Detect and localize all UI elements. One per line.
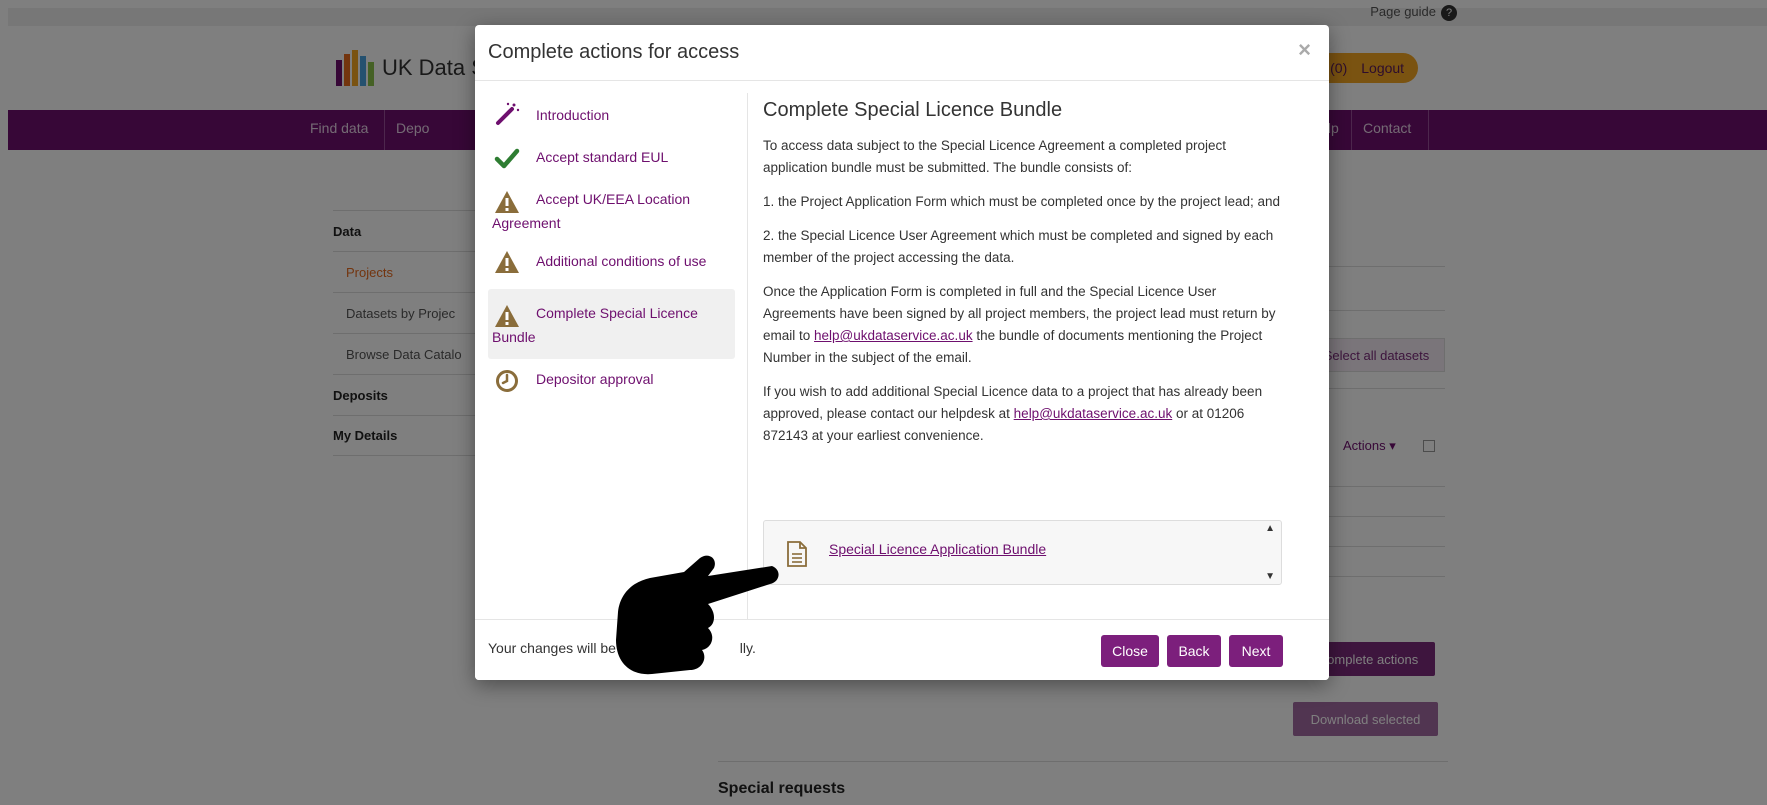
step-complete-special-licence-bundle[interactable]: Complete Special Licence Bundle xyxy=(488,289,735,359)
content-paragraph: 1. the Project Application Form which mu… xyxy=(763,194,1281,209)
content-paragraph: Once the Application Form is completed i… xyxy=(763,281,1283,369)
close-icon[interactable]: × xyxy=(1298,37,1311,63)
step-label: Complete Special Licence xyxy=(536,305,698,321)
helpdesk-email-link[interactable]: help@ukdataservice.ac.uk xyxy=(814,328,973,343)
modal-title: Complete actions for access xyxy=(488,41,740,63)
warning-icon xyxy=(495,251,519,273)
scroll-down-icon[interactable]: ▼ xyxy=(1265,571,1275,582)
modal-header: Complete actions for access × xyxy=(475,25,1329,81)
modal-column-divider xyxy=(747,93,748,629)
content-paragraph: To access data subject to the Special Li… xyxy=(763,138,1227,175)
pointing-hand-icon xyxy=(616,555,779,675)
warning-icon xyxy=(495,191,519,213)
bundle-files-box: Special Licence Application Bundle ▲ ▼ xyxy=(763,520,1282,585)
step-accept-location-agreement[interactable]: Accept UK/EEA Location Agreement xyxy=(488,179,735,237)
step-label: Introduction xyxy=(536,107,610,123)
step-accept-standard-eul[interactable]: Accept standard EUL xyxy=(488,135,735,179)
step-label-continued: Agreement xyxy=(492,215,561,231)
helpdesk-email-link[interactable]: help@ukdataservice.ac.uk xyxy=(1014,406,1173,421)
content-paragraph: 2. the Special Licence User Agreement wh… xyxy=(763,228,1274,265)
scroll-up-icon[interactable]: ▲ xyxy=(1265,523,1275,534)
step-label: Additional conditions of use xyxy=(536,253,707,269)
step-label: Accept UK/EEA Location xyxy=(536,191,691,207)
special-licence-bundle-link[interactable]: Special Licence Application Bundle xyxy=(829,541,1046,557)
document-icon xyxy=(787,541,807,567)
step-label-continued: Bundle xyxy=(492,329,536,345)
step-depositor-approval[interactable]: Depositor approval xyxy=(488,359,735,399)
back-button[interactable]: Back xyxy=(1167,635,1221,667)
step-additional-conditions[interactable]: Additional conditions of use xyxy=(488,237,735,281)
step-label: Depositor approval xyxy=(536,371,654,387)
magic-wand-icon xyxy=(496,102,520,125)
content-heading: Complete Special Licence Bundle xyxy=(763,99,1063,121)
complete-actions-modal: Complete actions for access × Introducti… xyxy=(475,25,1329,680)
next-button[interactable]: Next xyxy=(1229,635,1283,667)
warning-icon xyxy=(495,305,519,327)
step-label: Accept standard EUL xyxy=(536,149,669,165)
step-content: Complete Special Licence Bundle To acces… xyxy=(763,97,1283,459)
close-button[interactable]: Close xyxy=(1101,635,1159,667)
content-paragraph: If you wish to add additional Special Li… xyxy=(763,381,1283,447)
steps-list: Introduction Accept standard EUL Accept … xyxy=(488,95,735,399)
check-icon xyxy=(494,148,520,169)
modal-footer: Your changes will be s lly. Close Back Ne… xyxy=(475,619,1329,680)
step-introduction[interactable]: Introduction xyxy=(488,95,735,135)
save-notice-text: Your changes will be s xyxy=(488,640,627,656)
clock-icon xyxy=(496,370,518,392)
